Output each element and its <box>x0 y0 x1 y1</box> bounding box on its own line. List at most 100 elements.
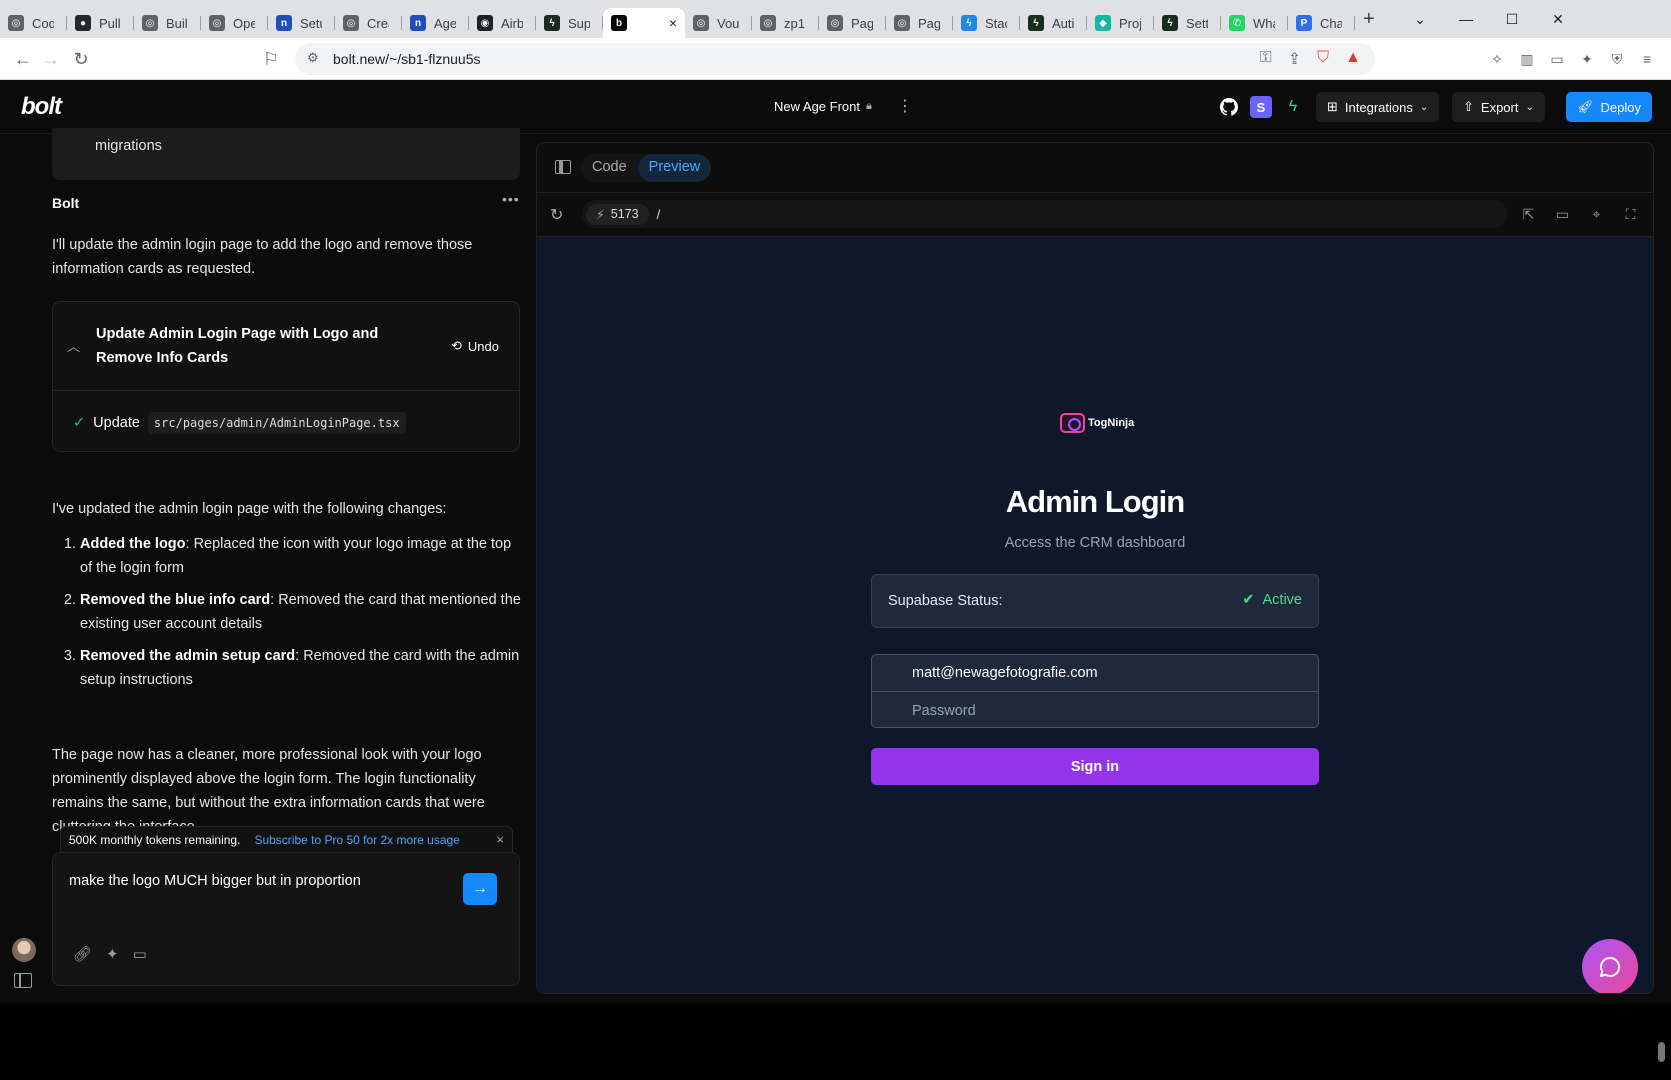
browser-tab[interactable]: ◎ Ope <box>201 8 268 38</box>
fullscreen-icon[interactable]: ⛶ <box>1622 206 1639 223</box>
browser-tab[interactable]: ◎ Vou <box>685 8 752 38</box>
browser-tab[interactable]: n Age <box>402 8 469 38</box>
minimize-button[interactable]: — <box>1443 0 1489 38</box>
attach-icon[interactable]: 🔗︎ <box>73 945 92 963</box>
github-icon[interactable] <box>1218 96 1240 118</box>
password-field[interactable] <box>872 692 1318 727</box>
browser-tab[interactable]: n Setu <box>268 8 335 38</box>
close-tab-icon[interactable]: × <box>669 15 677 31</box>
device-toggle-icon[interactable]: ▭ <box>1554 206 1571 223</box>
integrations-button[interactable]: ⊞ Integrations ⌄ <box>1316 92 1440 122</box>
favicon-icon: ◎ <box>343 15 359 31</box>
browser-tab[interactable]: ◎ Crea <box>335 8 402 38</box>
artifact-header[interactable]: ︿ Update Admin Login Page with Logo and … <box>53 302 519 391</box>
preview-url-field[interactable]: ⚡︎ 5173 / <box>582 200 1507 228</box>
browser-tab[interactable]: ◎ zp1 <box>752 8 819 38</box>
chat-widget-button[interactable] <box>1582 939 1638 993</box>
prompt-input[interactable]: make the logo MUCH bigger but in proport… <box>52 852 520 986</box>
undo-button[interactable]: ⟲ Undo <box>451 338 499 354</box>
browser-tab[interactable]: P Cha <box>1288 8 1355 38</box>
email-field[interactable] <box>872 655 1318 692</box>
brave-shield-icon[interactable]: ⛉ <box>1317 49 1329 69</box>
stackblitz-icon[interactable]: S <box>1250 96 1272 118</box>
key-icon[interactable]: ⚿ <box>1260 49 1272 69</box>
favicon-icon: ϟ <box>1162 15 1178 31</box>
refresh-icon[interactable]: ↻ <box>550 205 563 225</box>
browser-tab[interactable]: ◎ Pag <box>886 8 953 38</box>
tab-code[interactable]: Code <box>581 154 638 182</box>
tab-active[interactable]: b × <box>603 8 685 38</box>
upload-icon: ⇧ <box>1463 99 1474 114</box>
bookmark-icon[interactable]: ⚐ <box>258 46 284 72</box>
project-title[interactable]: New Age Front 🔒︎ <box>774 99 872 114</box>
extensions-icon[interactable]: ✧ <box>1487 49 1507 69</box>
page-scrollbar[interactable] <box>1657 214 1666 1080</box>
view-switch: Code Preview <box>581 154 712 182</box>
browser-tab[interactable]: ● Pull <box>67 8 134 38</box>
favicon-icon: ϟ <box>544 15 560 31</box>
preview-path[interactable]: / <box>657 207 661 222</box>
inspect-icon[interactable]: ⌖ <box>1588 206 1605 223</box>
sign-in-button[interactable]: Sign in <box>871 748 1319 785</box>
back-icon[interactable]: ← <box>10 46 36 72</box>
file-path[interactable]: src/pages/admin/AdminLoginPage.tsx <box>147 412 406 434</box>
deploy-label: Deploy <box>1600 99 1641 115</box>
browser-tab[interactable]: ϟ Stac <box>953 8 1020 38</box>
enhance-prompt-icon[interactable]: ✦ <box>106 945 119 963</box>
bolt-logo[interactable]: bolt <box>21 93 62 121</box>
browser-tab[interactable]: ✆ Wha <box>1221 8 1288 38</box>
open-external-icon[interactable]: ⇱ <box>1520 206 1537 223</box>
close-window-button[interactable]: ✕ <box>1535 0 1581 38</box>
supabase-icon[interactable]: ϟ <box>1282 96 1304 118</box>
forward-icon[interactable]: → <box>38 46 64 72</box>
port-selector[interactable]: ⚡︎ 5173 <box>586 203 649 225</box>
favicon-icon: n <box>276 15 292 31</box>
subscribe-link[interactable]: Subscribe to Pro 50 for 2x more usage <box>254 833 459 847</box>
maximize-button[interactable]: ☐ <box>1489 0 1535 38</box>
deploy-button[interactable]: 🚀︎ Deploy <box>1566 92 1652 122</box>
browser-tab[interactable]: ϟ Setti <box>1154 8 1221 38</box>
browser-tab[interactable]: ◉ Airb <box>469 8 536 38</box>
wallet-icon[interactable]: ▭ <box>1547 49 1567 69</box>
reload-icon[interactable]: ↻ <box>68 46 94 72</box>
project-menu-icon[interactable]: ⋮ <box>897 96 913 116</box>
browser-tab[interactable]: ϟ Sup <box>536 8 603 38</box>
chevron-up-icon[interactable]: ︿ <box>67 336 80 355</box>
discuss-icon[interactable]: ▭ <box>133 945 147 963</box>
browser-tab[interactable]: ◎ Cod <box>0 8 67 38</box>
url-text[interactable]: bolt.new/~/sb1-flznuu5s <box>333 51 480 67</box>
preview-actions: ⇱ ▭ ⌖ ⛶ <box>1520 206 1639 223</box>
tab-preview[interactable]: Preview <box>637 154 712 182</box>
port-number: 5173 <box>610 207 639 221</box>
close-icon[interactable]: × <box>496 832 504 847</box>
sidebar-toggle-icon[interactable] <box>14 973 32 988</box>
browser-tab[interactable]: ϟ Auti <box>1020 8 1087 38</box>
browser-tab[interactable]: ◆ Proj <box>1087 8 1154 38</box>
avatar[interactable] <box>12 938 36 962</box>
leo-ai-icon[interactable]: ✦ <box>1577 49 1597 69</box>
vpn-icon[interactable]: ⛨ <box>1607 49 1627 69</box>
site-info-icon[interactable]: ⚙ <box>307 50 319 66</box>
tab-label: Stac <box>985 15 1007 31</box>
send-button[interactable]: → <box>463 873 497 905</box>
tab-label: Age <box>434 15 456 31</box>
menu-icon[interactable]: ≡ <box>1637 49 1657 69</box>
tab-search-icon[interactable]: ⌄ <box>1397 0 1443 38</box>
export-button[interactable]: ⇧ Export ⌄ <box>1452 92 1545 122</box>
browser-tab[interactable]: ◎ Buil <box>134 8 201 38</box>
address-bar[interactable]: ⚙ bolt.new/~/sb1-flznuu5s ⚿ ⇪ ⛉ ▲ <box>295 43 1375 75</box>
bolt-app: bolt New Age Front 🔒︎ ⋮ S ϟ ⊞ Integratio… <box>0 80 1671 1062</box>
scrollbar-thumb[interactable] <box>1658 1042 1665 1062</box>
prompt-text[interactable]: make the logo MUCH bigger but in proport… <box>69 873 361 889</box>
browser-tab[interactable]: ◎ Pag <box>819 8 886 38</box>
app-header: bolt New Age Front 🔒︎ ⋮ S ϟ ⊞ Integratio… <box>0 80 1671 134</box>
share-icon[interactable]: ⇪ <box>1288 49 1301 69</box>
new-tab-button[interactable]: + <box>1363 8 1375 31</box>
sidebar-icon[interactable]: ▥ <box>1517 49 1537 69</box>
tokens-remaining: 500K monthly tokens remaining. <box>69 832 241 847</box>
favicon-icon: ◎ <box>894 15 910 31</box>
supabase-status-card: Supabase Status: ✔︎ Active <box>871 574 1319 628</box>
toggle-panel-icon[interactable] <box>555 160 571 174</box>
more-options-icon[interactable]: ••• <box>502 191 520 207</box>
brave-rewards-icon[interactable]: ▲ <box>1345 49 1361 69</box>
